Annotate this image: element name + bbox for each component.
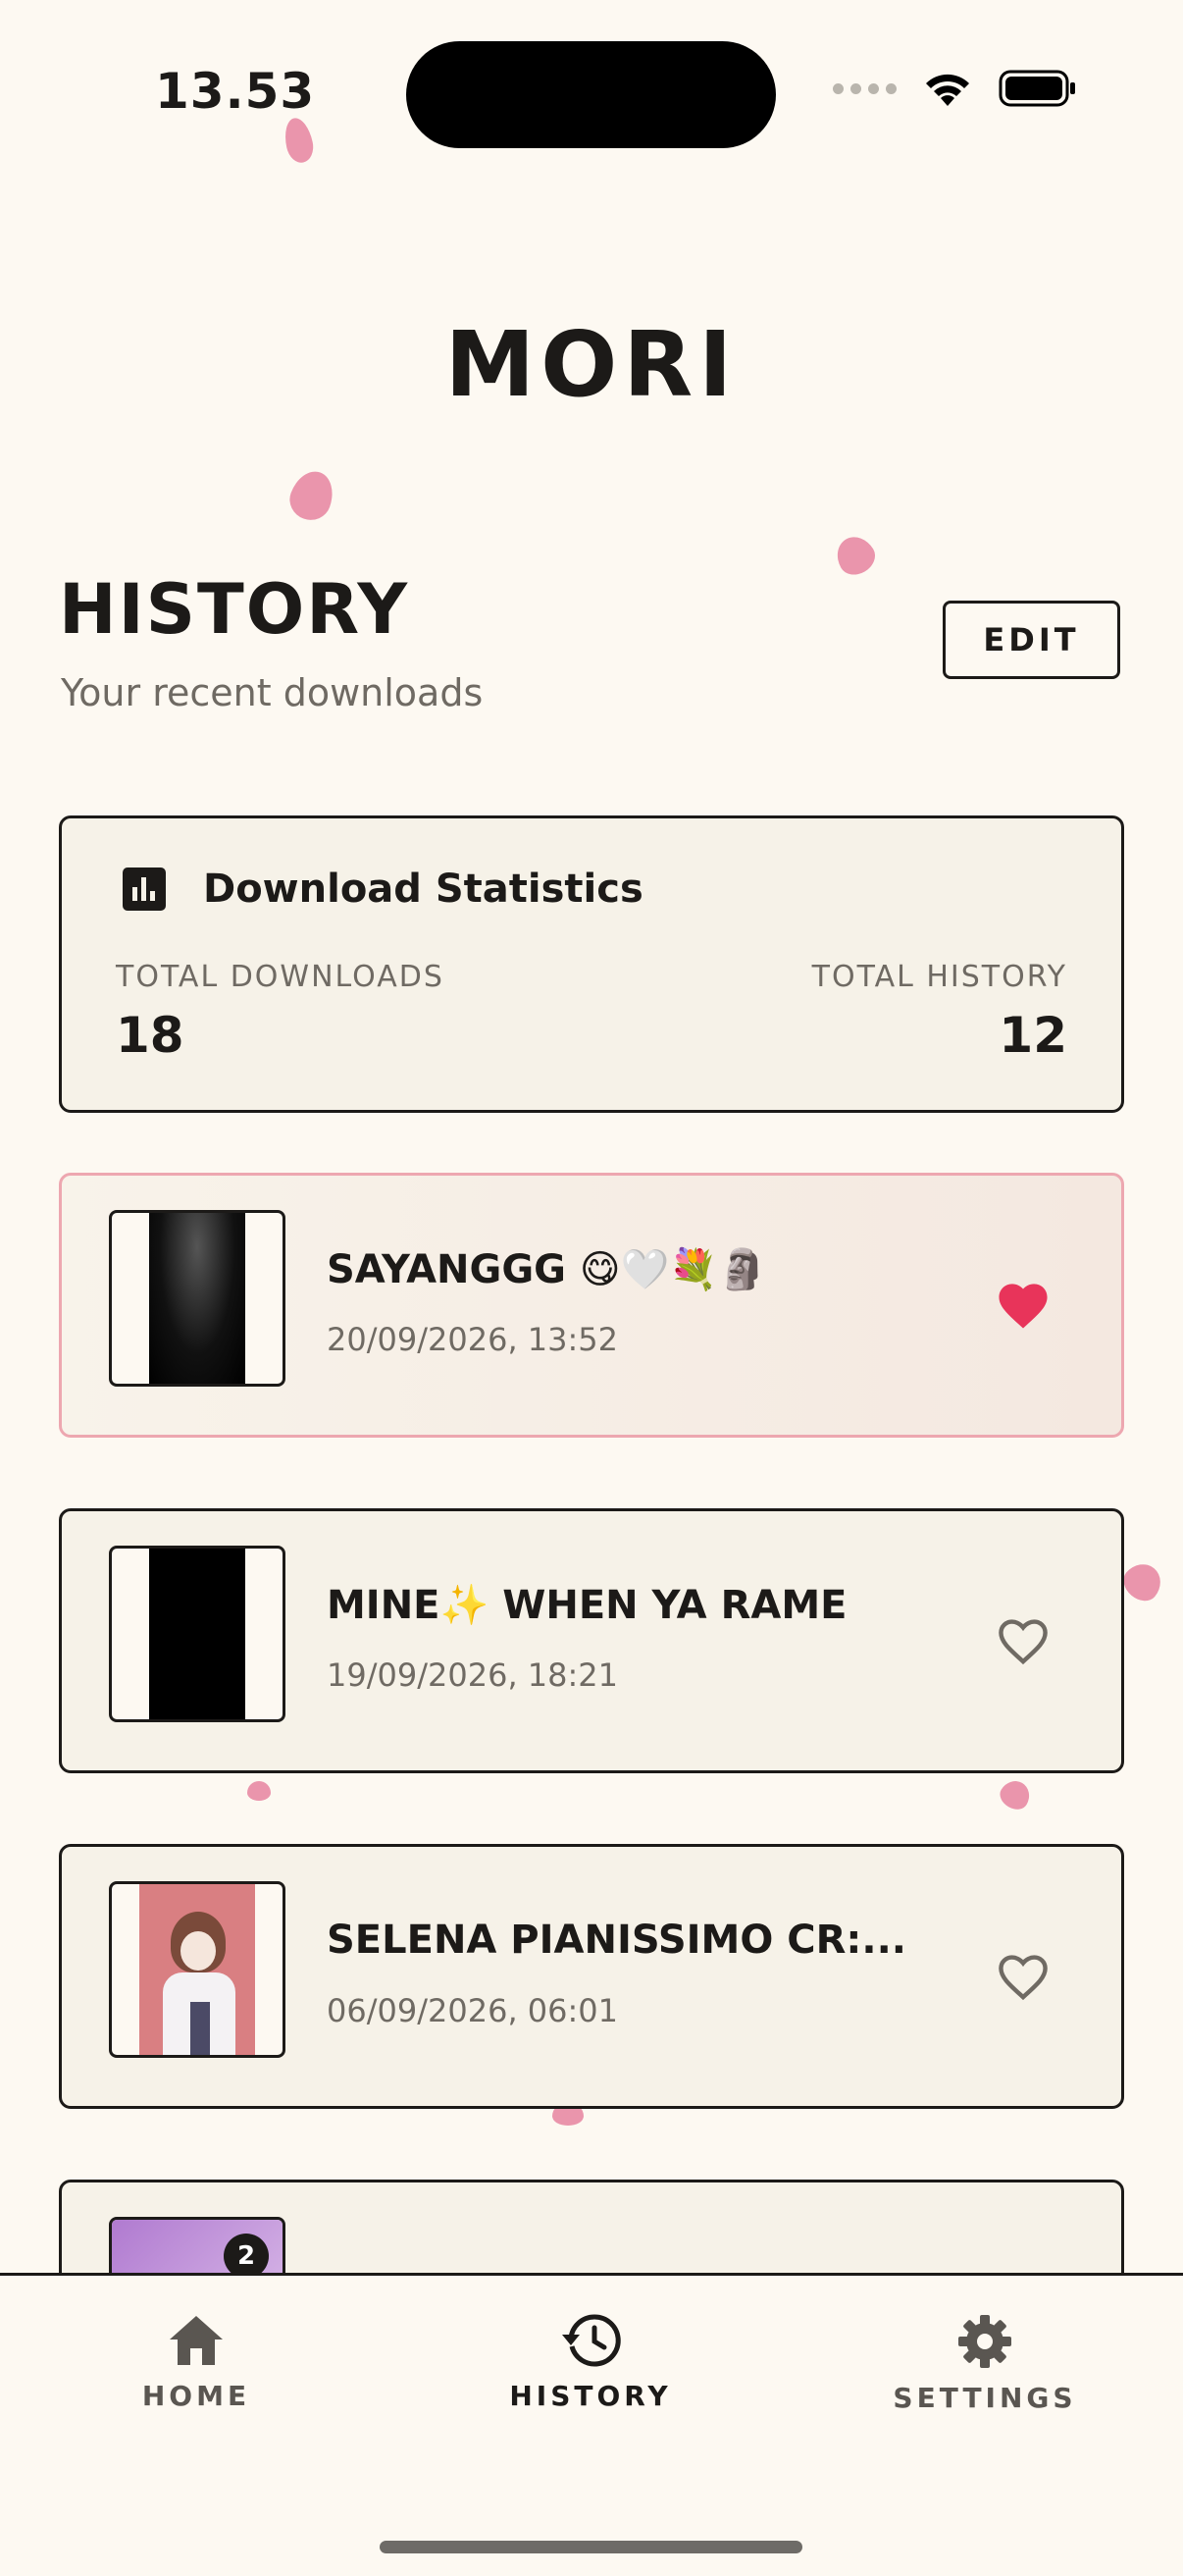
petal-decoration [283, 465, 340, 526]
signal-dots-icon [833, 82, 897, 94]
home-indicator [380, 2541, 802, 2553]
tab-home[interactable]: HOME [49, 2313, 343, 2412]
petal-decoration [281, 115, 317, 166]
heart-filled-icon[interactable] [994, 1278, 1053, 1331]
app-title: MORI [444, 312, 739, 417]
item-date: 19/09/2026, 18:21 [327, 1656, 618, 1694]
item-title: MINE✨ WHEN YA RAME [327, 1583, 848, 1628]
history-item[interactable]: MINE✨ WHEN YA RAME 19/09/2026, 18:21 [59, 1508, 1124, 1773]
history-item[interactable]: SELENA PIANISSIMO CR:... 06/09/2026, 06:… [59, 1844, 1124, 2109]
dynamic-island [406, 41, 776, 148]
item-thumbnail [109, 1881, 285, 2058]
total-history-value: 12 [999, 1007, 1067, 1064]
tab-settings[interactable]: SETTINGS [838, 2313, 1132, 2414]
bottom-tab-bar: HOME HISTORY SETTINGS [0, 2273, 1183, 2576]
petal-decoration [830, 530, 881, 581]
item-date: 06/09/2026, 06:01 [327, 1992, 618, 2029]
total-downloads-value: 18 [116, 1007, 184, 1064]
page-subtitle: Your recent downloads [61, 671, 484, 714]
petal-decoration [996, 1775, 1035, 1814]
status-time: 13.53 [155, 63, 316, 120]
stats-header: Download Statistics [121, 866, 643, 913]
total-downloads-label: TOTAL DOWNLOADS [116, 960, 444, 994]
tab-history-label: HISTORY [509, 2380, 672, 2412]
tab-history[interactable]: HISTORY [443, 2313, 738, 2412]
petal-decoration [247, 1781, 271, 1801]
download-statistics-card: Download Statistics TOTAL DOWNLOADS 18 T… [59, 815, 1124, 1113]
status-icons [833, 69, 1077, 108]
stats-title: Download Statistics [203, 867, 643, 912]
item-title: SELENA PIANISSIMO CR:... [327, 1918, 906, 1963]
total-history-label: TOTAL HISTORY [811, 960, 1067, 994]
home-icon [170, 2316, 223, 2365]
item-date: 20/09/2026, 13:52 [327, 1321, 618, 1358]
wifi-icon [926, 74, 969, 106]
gear-icon [958, 2315, 1011, 2368]
page-title: HISTORY [59, 569, 410, 650]
edit-button[interactable]: EDIT [943, 601, 1120, 679]
heart-outline-icon[interactable] [994, 1613, 1053, 1666]
petal-decoration [1116, 1555, 1169, 1608]
history-item[interactable]: SAYANGGG 😋🤍💐🗿 20/09/2026, 13:52 [59, 1173, 1124, 1438]
bar-chart-icon [123, 867, 166, 911]
item-title: SAYANGGG 😋🤍💐🗿 [327, 1247, 768, 1292]
item-thumbnail [109, 1546, 285, 1722]
tab-settings-label: SETTINGS [893, 2382, 1077, 2414]
history-icon [562, 2314, 621, 2367]
battery-icon [999, 70, 1075, 107]
heart-outline-icon[interactable] [994, 1949, 1053, 2002]
tab-home-label: HOME [141, 2380, 251, 2412]
item-thumbnail [109, 1210, 285, 1387]
